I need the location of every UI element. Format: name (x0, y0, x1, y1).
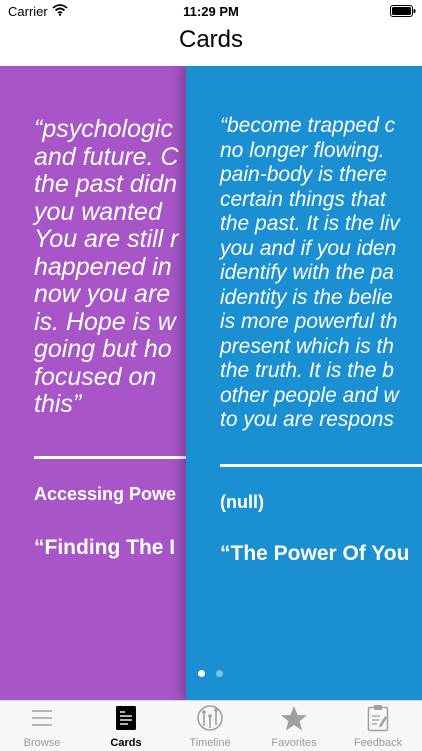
card-divider (34, 456, 200, 459)
page-dot[interactable] (216, 670, 224, 677)
quote-card-previous[interactable]: “psychologic and future. C the past didn… (0, 66, 200, 700)
tab-bar: Browse Cards Timeline Favorites Feedback (0, 700, 422, 751)
quote-line: happened in (34, 252, 172, 281)
card-carousel[interactable]: “psychologic and future. C the past didn… (0, 66, 422, 700)
quote-line: present which is th (220, 334, 394, 358)
card-source: Accessing Powe (34, 484, 177, 504)
quote-line: you wanted (34, 197, 162, 226)
quote-line: certain things that (220, 187, 386, 211)
tab-feedback[interactable]: Feedback (336, 705, 420, 751)
tab-label: Feedback (353, 737, 403, 749)
tab-timeline[interactable]: Timeline (168, 705, 252, 751)
quote-line: is. Hope is w (34, 307, 176, 336)
timeline-icon (168, 705, 252, 731)
clock: 11:29 PM (183, 4, 239, 19)
quote-line: is more powerful th (220, 310, 398, 333)
quote-line: focused on (34, 362, 157, 391)
quote-line: other people and w (220, 383, 399, 407)
quote-line: You are still r (34, 225, 179, 253)
quote-line: this” (34, 390, 82, 418)
page-title: Cards (178, 26, 244, 53)
quote-line: going but ho (34, 335, 172, 363)
quote-line: “psychologic (34, 115, 173, 143)
clipboard-icon (336, 705, 420, 732)
card-source: (null) (220, 492, 264, 512)
card-quote: “become trapped c no longer flowing. pai… (220, 114, 400, 433)
tab-label: Favorites (271, 737, 317, 749)
quote-line: “become trapped c (220, 114, 396, 137)
quote-line: and future. C (34, 142, 179, 171)
card-quote: “psychologic and future. C the past didn… (34, 115, 179, 419)
list-icon (0, 705, 84, 731)
tab-favorites[interactable]: Favorites (252, 705, 336, 751)
quote-line: the past. It is the liv (220, 212, 400, 235)
quote-line: you and if you iden (220, 236, 397, 260)
quote-line: the past didn (34, 170, 178, 198)
quote-line: identity is the belie (220, 285, 393, 309)
quote-line: identify with the pa (220, 261, 394, 284)
card-book-title: “Finding The I (34, 536, 176, 559)
tab-cards[interactable]: Cards (84, 705, 168, 751)
battery-icon (390, 5, 416, 17)
quote-line: pain-body is there (220, 163, 387, 186)
tab-label: Cards (110, 737, 142, 749)
star-icon (252, 705, 336, 731)
quote-line: the truth. It is the b (220, 359, 394, 382)
page-dot-active[interactable] (198, 670, 205, 677)
quote-line: now you are (34, 280, 171, 308)
status-bar: Carrier 11:29 PM (0, 0, 422, 22)
tab-browse[interactable]: Browse (0, 705, 84, 751)
card-book-title: “The Power Of You (220, 542, 410, 565)
tab-label: Timeline (189, 737, 231, 749)
quote-card-current[interactable]: “become trapped c no longer flowing. pai… (186, 66, 422, 700)
quote-line: to you are respons (220, 408, 394, 431)
tab-label: Browse (23, 737, 61, 749)
quote-line: no longer flowing. (220, 138, 385, 162)
card-icon (84, 705, 168, 731)
page-indicator[interactable] (198, 664, 230, 682)
card-divider (220, 464, 422, 467)
